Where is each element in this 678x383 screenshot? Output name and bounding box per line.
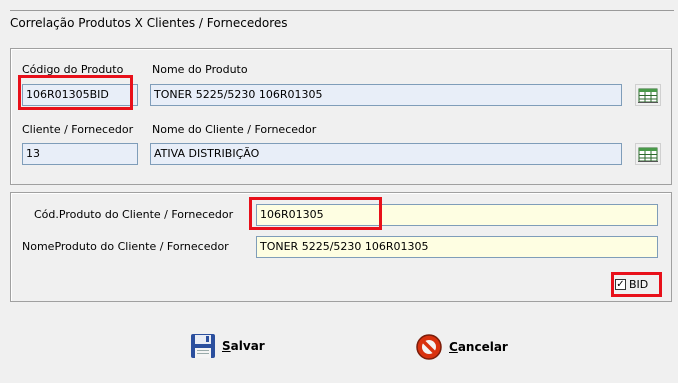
product-code-field[interactable]: 106R01305BID <box>22 84 138 106</box>
grid-lookup-icon <box>638 88 658 103</box>
client-name-field[interactable]: ATIVA DISTRIBIÇÃO <box>150 143 622 165</box>
client-product-code-field[interactable]: 106R01305 <box>256 204 658 226</box>
save-label: alvar <box>230 339 265 353</box>
product-name-label: Nome do Produto <box>152 63 248 76</box>
cancel-label: ancelar <box>457 340 508 354</box>
title-separator <box>10 10 674 11</box>
cancel-accelerator: C <box>449 340 458 354</box>
bid-label: BID <box>629 278 649 291</box>
grid-lookup-icon <box>638 147 658 162</box>
save-accelerator: S <box>222 339 231 353</box>
bid-checkbox-control[interactable]: ✓ BID <box>615 278 648 291</box>
client-lookup-button[interactable] <box>635 143 661 165</box>
product-name-field[interactable]: TONER 5225/5230 106R01305 <box>150 84 622 106</box>
client-product-name-label: NomeProduto do Cliente / Fornecedor <box>22 240 229 253</box>
client-code-label: Cliente / Fornecedor <box>22 123 134 136</box>
bid-checkbox[interactable]: ✓ <box>615 279 626 290</box>
save-button[interactable]: Salvar <box>190 333 265 359</box>
client-name-label: Nome do Cliente / Fornecedor <box>152 123 317 136</box>
cancel-circle-icon <box>416 334 442 360</box>
client-product-code-label: Cód.Produto do Cliente / Fornecedor <box>34 208 234 221</box>
floppy-disk-icon <box>191 334 215 358</box>
cancel-button[interactable]: Cancelar <box>415 333 508 361</box>
client-product-name-field[interactable]: TONER 5225/5230 106R01305 <box>256 236 658 258</box>
product-lookup-button[interactable] <box>635 84 661 106</box>
client-code-field[interactable]: 13 <box>22 143 138 165</box>
product-code-label: Código do Produto <box>22 63 124 76</box>
window-title: Correlação Produtos X Clientes / Fornece… <box>10 16 288 30</box>
